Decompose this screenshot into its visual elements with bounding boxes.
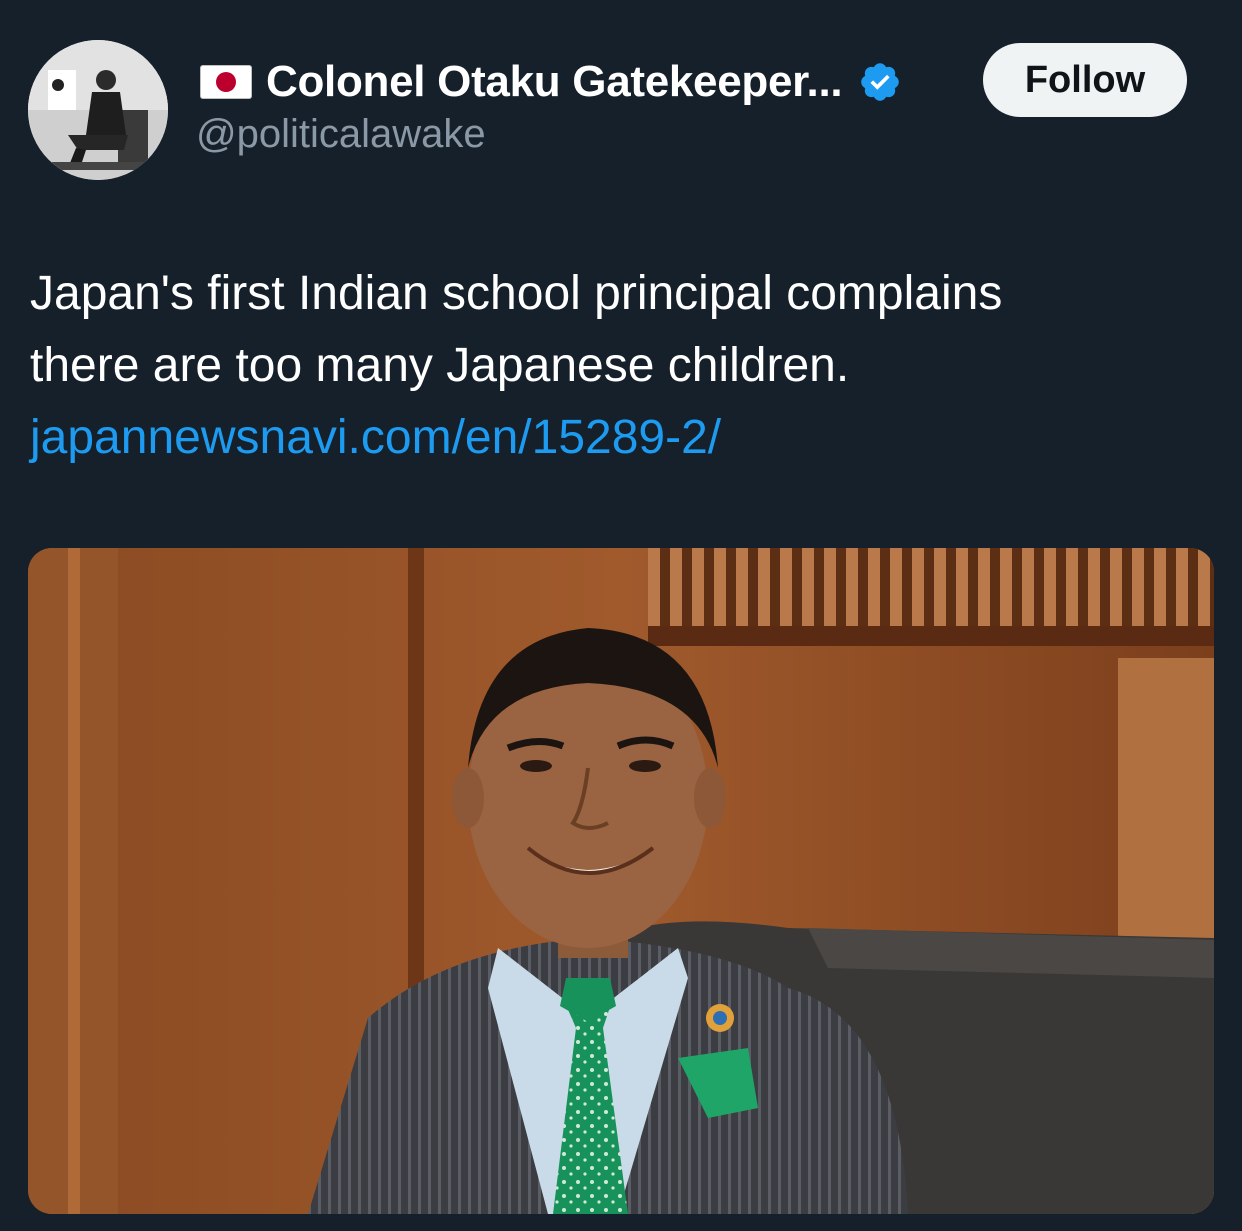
author-handle[interactable]: @politicalawake: [196, 112, 486, 157]
photo-man-in-suit-smiling: [28, 548, 1214, 1214]
author-name-row[interactable]: Colonel Otaku Gatekeeper...: [200, 54, 902, 110]
tweet-text: Japan's first Indian school principal co…: [30, 258, 1210, 474]
tweet-text-line-2: there are too many Japanese children.: [30, 339, 850, 392]
tweet-card: Colonel Otaku Gatekeeper... @politicalaw…: [0, 0, 1242, 1231]
tweet-media-photo[interactable]: [28, 548, 1214, 1214]
tweet-text-line-1: Japan's first Indian school principal co…: [30, 267, 1003, 320]
japan-flag-icon: [200, 65, 252, 99]
tweet-link[interactable]: japannewsnavi.com/en/15289-2/: [30, 402, 1210, 474]
author-display-name[interactable]: Colonel Otaku Gatekeeper...: [266, 57, 843, 107]
bottom-cut-off-row: [520, 1218, 720, 1231]
profile-avatar[interactable]: [28, 40, 168, 180]
verified-badge-icon: [861, 63, 900, 101]
follow-button[interactable]: Follow: [983, 43, 1187, 117]
